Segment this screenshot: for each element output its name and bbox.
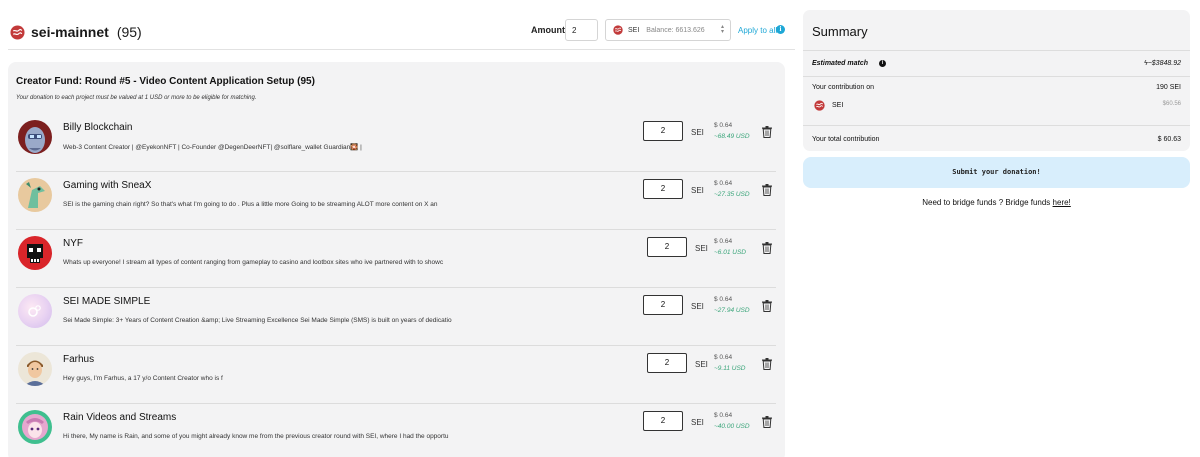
summary-divider bbox=[803, 125, 1190, 126]
round-name: Creator Fund: Round #5 - Video Content A… bbox=[16, 76, 295, 87]
trash-icon[interactable] bbox=[762, 242, 772, 254]
submit-donation-button[interactable]: Submit your donation! bbox=[803, 157, 1190, 188]
trash-icon[interactable] bbox=[762, 358, 772, 370]
sei-logo-icon bbox=[814, 100, 825, 111]
total-contribution-value: $ 60.63 bbox=[1157, 136, 1181, 143]
round-count: (95) bbox=[297, 76, 315, 87]
project-row: Gaming with SneaX SEI is the gaming chai… bbox=[16, 172, 776, 230]
project-currency: SEI bbox=[691, 186, 704, 195]
contribution-label: Your contribution on bbox=[812, 84, 875, 91]
project-usd: ~6.01 USD bbox=[714, 249, 746, 256]
project-description: Hi there, My name is Rain, and some of y… bbox=[63, 433, 449, 440]
project-currency: SEI bbox=[691, 302, 704, 311]
gradient-avatar bbox=[18, 294, 52, 328]
project-description: SEI is the gaming chain right? So that's… bbox=[63, 201, 438, 208]
project-row: Billy Blockchain Web-3 Content Creator |… bbox=[16, 114, 776, 172]
project-price: $ 0.64 bbox=[714, 180, 733, 187]
project-amount-input[interactable]: 2 bbox=[643, 295, 683, 315]
bridge-funds-link[interactable]: here! bbox=[1053, 198, 1071, 207]
sei-token-icon bbox=[613, 25, 623, 35]
project-description: Web-3 Content Creator | @EyekonNFT | Co-… bbox=[63, 144, 362, 151]
trash-icon[interactable] bbox=[762, 126, 772, 138]
project-currency: SEI bbox=[691, 128, 704, 137]
project-name[interactable]: NYF bbox=[63, 238, 83, 249]
project-amount-input[interactable]: 2 bbox=[647, 237, 687, 257]
project-price: $ 0.64 bbox=[714, 412, 733, 419]
token-select[interactable]: SEI Balance: 6613.626 ▴ ▾ bbox=[605, 19, 731, 41]
bridge-funds-label: Need to bridge funds ? Bridge funds bbox=[922, 198, 1051, 207]
token-name: SEI bbox=[628, 26, 640, 34]
project-currency: SEI bbox=[695, 244, 708, 253]
project-amount-input[interactable]: 2 bbox=[643, 121, 683, 141]
project-name[interactable]: Farhus bbox=[63, 354, 94, 365]
sei-logo-icon bbox=[10, 24, 25, 40]
token-label: SEI bbox=[832, 102, 844, 109]
trash-icon[interactable] bbox=[762, 416, 772, 428]
project-usd: ~40.00 USD bbox=[714, 423, 750, 430]
project-name[interactable]: Billy Blockchain bbox=[63, 122, 132, 133]
estimated-match-amount: ~$3848.92 bbox=[1147, 60, 1181, 67]
summary-divider bbox=[803, 50, 1190, 51]
project-description: Whats up everyone! I stream all types of… bbox=[63, 259, 444, 266]
summary-card: Summary Estimated match i ϟ~$3848.92 You… bbox=[803, 10, 1190, 151]
chain-title: sei-mainnet (95) bbox=[10, 24, 142, 40]
project-row: NYF Whats up everyone! I stream all type… bbox=[16, 230, 776, 288]
project-usd: ~27.35 USD bbox=[714, 191, 750, 198]
project-amount-input[interactable]: 2 bbox=[643, 179, 683, 199]
project-usd: ~27.94 USD bbox=[714, 307, 750, 314]
contribution-value: 190 SEI bbox=[1156, 84, 1181, 91]
project-description: Sei Made Simple: 3+ Years of Content Cre… bbox=[63, 317, 452, 324]
token-usd-value: $60.56 bbox=[1162, 101, 1181, 107]
project-usd: ~9.11 USD bbox=[714, 365, 746, 372]
estimated-match-value: ϟ~$3848.92 bbox=[1144, 60, 1181, 67]
project-name[interactable]: Gaming with SneaX bbox=[63, 180, 151, 191]
trash-icon[interactable] bbox=[762, 184, 772, 196]
total-contribution-label: Your total contribution bbox=[812, 136, 880, 143]
apply-to-all-link[interactable]: Apply to all bbox=[738, 26, 777, 35]
chain-count: (95) bbox=[116, 24, 142, 40]
pixel-skull-avatar bbox=[18, 236, 52, 270]
round-note: Your donation to each project must be va… bbox=[16, 95, 257, 101]
projects-panel: Creator Fund: Round #5 - Video Content A… bbox=[8, 62, 785, 457]
token-balance: Balance: 6613.626 bbox=[646, 26, 705, 34]
project-amount-input[interactable]: 2 bbox=[647, 353, 687, 373]
select-arrows-icon: ▴ ▾ bbox=[720, 24, 724, 35]
project-price: $ 0.64 bbox=[714, 354, 733, 361]
project-amount-input[interactable]: 2 bbox=[643, 411, 683, 431]
project-price: $ 0.64 bbox=[714, 238, 733, 245]
summary-divider bbox=[803, 76, 1190, 77]
project-usd: ~68.49 USD bbox=[714, 133, 750, 140]
project-name[interactable]: Rain Videos and Streams bbox=[63, 412, 176, 423]
chain-name: sei-mainnet bbox=[31, 24, 109, 40]
project-price: $ 0.64 bbox=[714, 296, 733, 303]
robot-avatar bbox=[18, 120, 52, 154]
summary-title: Summary bbox=[812, 24, 868, 39]
project-row: Rain Videos and Streams Hi there, My nam… bbox=[16, 404, 776, 457]
estimated-info-icon[interactable]: i bbox=[879, 60, 886, 67]
person-avatar bbox=[18, 352, 52, 386]
round-title: Creator Fund: Round #5 - Video Content A… bbox=[16, 76, 315, 87]
project-currency: SEI bbox=[695, 360, 708, 369]
project-price: $ 0.64 bbox=[714, 122, 733, 129]
project-currency: SEI bbox=[691, 418, 704, 427]
project-row: Farhus Hey guys, I'm Farhus, a 17 y/o Co… bbox=[16, 346, 776, 404]
header-bar: sei-mainnet (95) Amount SEI Balance: 661… bbox=[8, 16, 795, 50]
amount-label: Amount bbox=[531, 25, 565, 35]
project-name[interactable]: SEI MADE SIMPLE bbox=[63, 296, 150, 307]
info-icon[interactable]: i bbox=[776, 25, 785, 34]
dragon-avatar bbox=[18, 178, 52, 212]
anime-avatar bbox=[18, 410, 52, 444]
bridge-funds-text: Need to bridge funds ? Bridge funds here… bbox=[803, 198, 1190, 207]
project-description: Hey guys, I'm Farhus, a 17 y/o Content C… bbox=[63, 375, 223, 382]
estimated-match-label: Estimated match bbox=[812, 60, 869, 67]
project-row: SEI MADE SIMPLE Sei Made Simple: 3+ Year… bbox=[16, 288, 776, 346]
amount-input[interactable] bbox=[565, 19, 598, 41]
trash-icon[interactable] bbox=[762, 300, 772, 312]
